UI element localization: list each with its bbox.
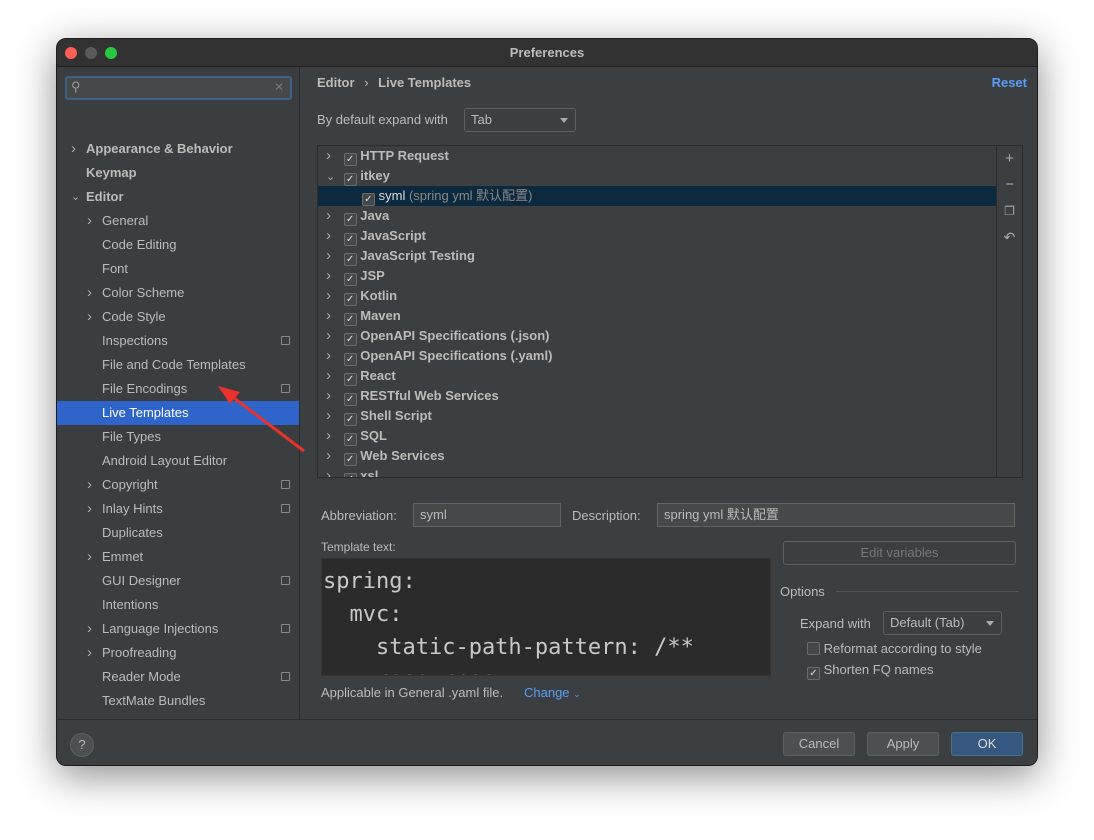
annotation-arrow	[218, 386, 305, 453]
arrow-shaft	[229, 393, 305, 453]
